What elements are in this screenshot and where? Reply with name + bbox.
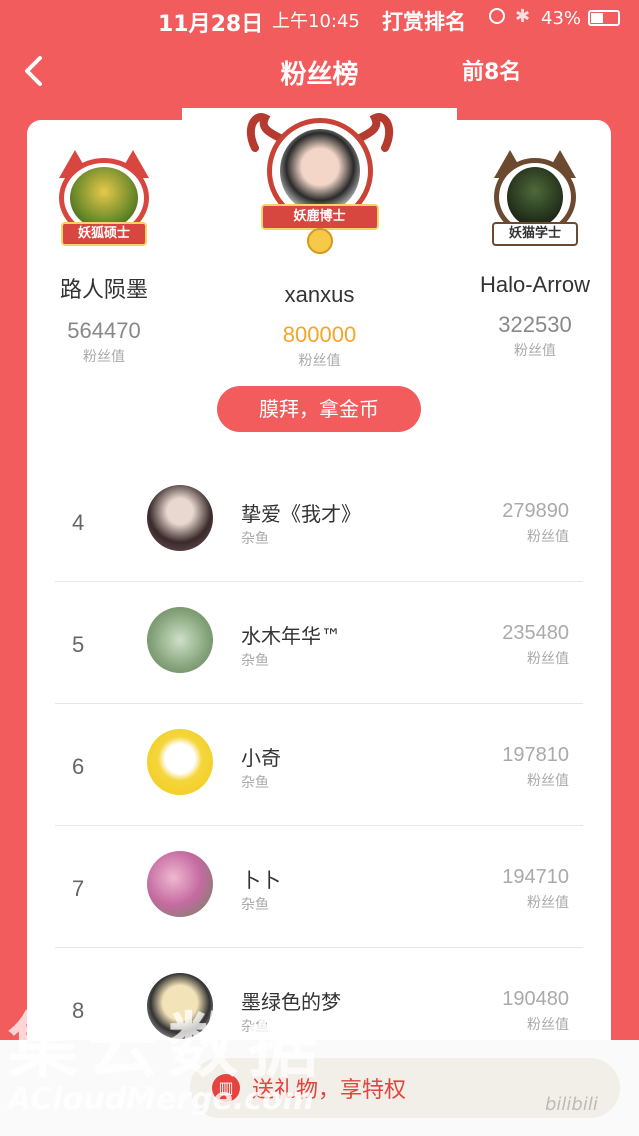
- user-level: 杂鱼: [241, 897, 269, 913]
- battery-icon: [588, 10, 620, 26]
- alarm-icon: [489, 8, 505, 24]
- list-item[interactable]: 5 水木年华™ 杂鱼 235480 粉丝值: [55, 582, 583, 704]
- bluetooth-icon: ✱: [515, 6, 531, 27]
- ranking-card: 妖狐硕士 路人陨墨 564470 粉丝值 妖鹿博士 xanxus 800000 …: [27, 108, 611, 1120]
- avatar: [147, 729, 213, 795]
- navbar: 粉丝榜 前8名: [0, 38, 639, 106]
- rank-number: 7: [72, 876, 85, 901]
- badge-fox: 妖狐硕士: [49, 150, 159, 250]
- battery-percent: 43%: [541, 8, 582, 29]
- badge-deer: 妖鹿博士: [235, 108, 405, 258]
- podium-rank-2[interactable]: 妖狐硕士 路人陨墨 564470 粉丝值: [39, 150, 169, 366]
- podium-name: Halo-Arrow: [479, 272, 591, 297]
- list-item[interactable]: 4 挚爱《我才》 杂鱼 279890 粉丝值: [55, 460, 583, 582]
- rank-number: 5: [72, 632, 85, 657]
- user-name: 水木年华™: [241, 624, 341, 648]
- podium-unit: 粉丝值: [514, 343, 556, 359]
- avatar: [147, 851, 213, 917]
- badge-label: 妖鹿博士: [260, 204, 379, 230]
- fan-value: 190480: [502, 988, 569, 1010]
- status-time: 上午10:45: [272, 11, 360, 32]
- podium-score: 564470: [67, 318, 141, 343]
- fan-value-unit: 粉丝值: [527, 895, 569, 911]
- status-app-label: 打赏排名: [382, 10, 466, 34]
- fan-value: 279890: [502, 500, 569, 522]
- user-name: 小奇: [241, 746, 281, 770]
- worship-button[interactable]: 膜拜，拿金币: [217, 386, 421, 432]
- watermark: 集云数据: [8, 1005, 328, 1087]
- ranking-list: 4 挚爱《我才》 杂鱼 279890 粉丝值 5 水木年华™ 杂鱼 235480…: [55, 460, 583, 1070]
- podium-unit: 粉丝值: [298, 353, 341, 369]
- rank-number: 6: [72, 754, 85, 779]
- status-date: 11月28日: [158, 12, 264, 37]
- fan-value: 194710: [502, 866, 569, 888]
- fan-value-unit: 粉丝值: [527, 651, 569, 667]
- page-title: 粉丝榜: [280, 60, 359, 90]
- podium-score: 322530: [498, 312, 572, 337]
- user-level: 杂鱼: [241, 775, 269, 791]
- fan-value: 197810: [502, 744, 569, 766]
- avatar: [147, 485, 213, 551]
- fan-value-unit: 粉丝值: [527, 773, 569, 789]
- badge-label: 妖狐硕士: [61, 222, 147, 246]
- badge-cat: 妖猫学士: [480, 150, 590, 250]
- user-level: 杂鱼: [241, 653, 269, 669]
- badge-label: 妖猫学士: [492, 222, 578, 246]
- bilibili-logo: bilibili: [545, 1094, 598, 1115]
- list-item[interactable]: 7 卜卜 杂鱼 194710 粉丝值: [55, 826, 583, 948]
- fan-value-unit: 粉丝值: [527, 529, 569, 545]
- top-three: 妖狐硕士 路人陨墨 564470 粉丝值 妖鹿博士 xanxus 800000 …: [27, 108, 611, 460]
- fan-value-unit: 粉丝值: [527, 1017, 569, 1033]
- fan-value: 235480: [502, 622, 569, 644]
- podium-name: 路人陨墨: [59, 277, 148, 302]
- podium-rank-1[interactable]: 妖鹿博士 xanxus 800000 粉丝值: [182, 108, 457, 369]
- user-name: 挚爱《我才》: [241, 502, 361, 526]
- top-count-label[interactable]: 前8名: [462, 54, 521, 86]
- podium-unit: 粉丝值: [83, 349, 125, 365]
- watermark-url: ACloudMerge.com: [8, 1082, 314, 1117]
- status-bar: 11月28日 上午10:45 打赏排名 ✱ 43%: [0, 0, 639, 38]
- podium-rank-3[interactable]: 妖猫学士 Halo-Arrow 322530 粉丝值: [465, 150, 605, 360]
- avatar: [147, 607, 213, 673]
- user-level: 杂鱼: [241, 531, 269, 547]
- rank-number: 4: [72, 510, 85, 535]
- podium-score: 800000: [282, 322, 357, 347]
- podium-name: xanxus: [284, 282, 355, 307]
- bell-icon: [306, 228, 333, 254]
- user-name: 卜卜: [241, 868, 281, 892]
- list-item[interactable]: 6 小奇 杂鱼 197810 粉丝值: [55, 704, 583, 826]
